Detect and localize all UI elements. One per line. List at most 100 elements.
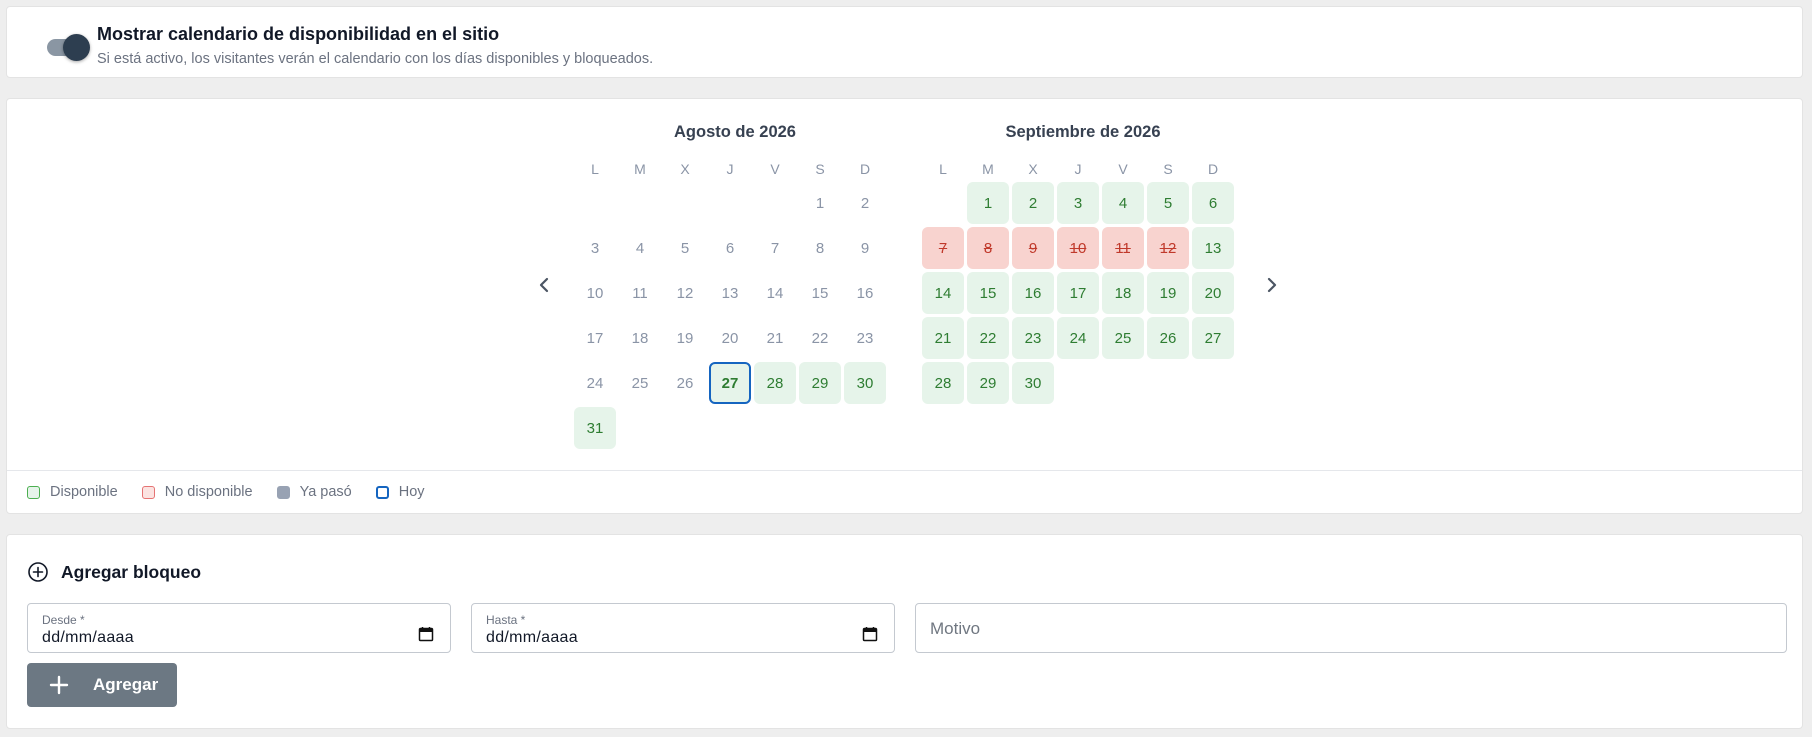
toggle-title: Mostrar calendario de disponibilidad en …	[97, 24, 500, 44]
day-cell-past: 12	[676, 284, 694, 302]
day-cell-available[interactable]: 4	[1102, 182, 1144, 224]
from-date-value: dd/mm/aaaa	[42, 629, 134, 646]
next-month-button[interactable]	[1258, 269, 1286, 301]
legend-divider	[7, 470, 1802, 471]
reason-placeholder: Motivo	[930, 619, 981, 638]
weekday-label: V	[1118, 161, 1128, 177]
day-cell-available[interactable]: 1	[967, 182, 1009, 224]
from-date-field[interactable]: Desde * dd/mm/aaaa	[27, 603, 451, 653]
calendar-icon[interactable]	[418, 626, 434, 642]
day-cell-available[interactable]: 29	[967, 362, 1009, 404]
day-cell-available[interactable]: 20	[1192, 272, 1234, 314]
day-cell-past: 23	[856, 329, 874, 347]
day-cell-past: 21	[766, 329, 784, 347]
day-cell-available[interactable]: 21	[922, 317, 964, 359]
legend-past: Ya pasó	[276, 484, 352, 500]
weekday-label: X	[680, 161, 690, 177]
day-cell-available[interactable]: 30	[844, 362, 886, 404]
day-grid: 1 2 3 4 5 6 7 8 9 10 11 12 13 14 15 16 17 18 19 20 21 22 23 24 2…	[574, 182, 886, 449]
day-cell-available[interactable]: 5	[1147, 182, 1189, 224]
plus-circle-icon	[28, 562, 48, 582]
weekday-label: L	[939, 161, 947, 177]
day-cell-available[interactable]: 25	[1102, 317, 1144, 359]
day-cell-available[interactable]: 22	[967, 317, 1009, 359]
add-block-header: Agregar bloqueo	[27, 561, 201, 583]
day-cell-past: 2	[860, 194, 870, 212]
add-block-card: Agregar bloqueo Desde * dd/mm/aaaa Hasta…	[6, 534, 1803, 729]
from-date-label: Desde *	[42, 613, 85, 627]
day-cell-available[interactable]: 24	[1057, 317, 1099, 359]
add-block-button[interactable]: Agregar	[27, 663, 177, 707]
day-cell-past: 20	[721, 329, 739, 347]
day-cell-available[interactable]: 31	[574, 407, 616, 449]
day-cell-available[interactable]: 30	[1012, 362, 1054, 404]
legend-swatch-today	[375, 485, 389, 499]
day-cell-empty	[664, 182, 706, 224]
day-cell-past: 25	[631, 374, 649, 392]
day-cell-today[interactable]: 27	[709, 362, 751, 404]
day-cell-unavailable[interactable]: 9	[1012, 227, 1054, 269]
weekday-header: L M X J V S D	[574, 159, 886, 179]
visibility-toggle-card: Mostrar calendario de disponibilidad en …	[6, 6, 1803, 78]
to-date-value: dd/mm/aaaa	[486, 629, 578, 646]
add-block-title: Agregar bloqueo	[61, 561, 202, 582]
day-cell-past: 19	[676, 329, 694, 347]
day-cell-past: 1	[815, 194, 825, 212]
month-title: Agosto de 2026	[674, 123, 796, 141]
visibility-toggle-switch[interactable]	[41, 31, 90, 65]
calendar-icon[interactable]	[862, 626, 878, 642]
day-cell-available[interactable]: 29	[799, 362, 841, 404]
toggle-thumb	[63, 34, 90, 61]
legend-swatch-past	[276, 485, 290, 499]
day-cell-empty	[619, 182, 661, 224]
day-cell-past: 14	[766, 284, 784, 302]
day-cell-past: 3	[590, 239, 600, 257]
day-cell-available[interactable]: 26	[1147, 317, 1189, 359]
day-cell-available[interactable]: 2	[1012, 182, 1054, 224]
day-cell-available[interactable]: 13	[1192, 227, 1234, 269]
day-cell-unavailable[interactable]: 11	[1102, 227, 1144, 269]
day-cell-unavailable[interactable]: 10	[1057, 227, 1099, 269]
weekday-label: J	[1074, 161, 1082, 177]
day-cell-past: 4	[635, 239, 645, 257]
day-cell-available[interactable]: 19	[1147, 272, 1189, 314]
day-cell-past: 22	[811, 329, 829, 347]
day-cell-available[interactable]: 28	[922, 362, 964, 404]
day-cell-past: 7	[770, 239, 780, 257]
legend-swatch-unavailable	[141, 485, 155, 499]
day-cell-past: 17	[586, 329, 604, 347]
weekday-label: D	[859, 161, 871, 177]
day-cell-available[interactable]: 14	[922, 272, 964, 314]
day-cell-available[interactable]: 28	[754, 362, 796, 404]
day-cell-unavailable[interactable]: 12	[1147, 227, 1189, 269]
day-cell-available[interactable]: 23	[1012, 317, 1054, 359]
weekday-label: S	[1163, 161, 1173, 177]
day-cell-available[interactable]: 27	[1192, 317, 1234, 359]
plus-icon	[49, 675, 69, 695]
prev-month-button[interactable]	[530, 269, 558, 301]
day-cell-available[interactable]: 17	[1057, 272, 1099, 314]
day-cell-available[interactable]: 6	[1192, 182, 1234, 224]
legend-swatch-available	[27, 485, 40, 499]
day-cell-past: 26	[676, 374, 694, 392]
weekday-label: V	[770, 161, 780, 177]
day-cell-past: 13	[721, 284, 739, 302]
to-date-field[interactable]: Hasta * dd/mm/aaaa	[471, 603, 895, 653]
day-cell-past: 6	[725, 239, 735, 257]
reason-input[interactable]: Motivo	[915, 603, 1787, 653]
day-cell-unavailable[interactable]: 8	[967, 227, 1009, 269]
day-grid: 1 2 3 4 5 6 7 8 9 10 11 12 13 14 15 16 17 18 19 20 21 22 23 24 2…	[922, 182, 1234, 404]
day-cell-available[interactable]: 16	[1012, 272, 1054, 314]
day-cell-past: 5	[680, 239, 690, 257]
day-cell-available[interactable]: 3	[1057, 182, 1099, 224]
calendar-legend: Disponible No disponible Ya pasó Hoy	[27, 484, 449, 500]
day-cell-available[interactable]: 18	[1102, 272, 1144, 314]
weekday-label: D	[1207, 161, 1219, 177]
chevron-left-icon	[539, 277, 549, 293]
day-cell-unavailable[interactable]: 7	[922, 227, 964, 269]
toggle-description: Si está activo, los visitantes verán el …	[97, 51, 654, 67]
day-cell-available[interactable]: 15	[967, 272, 1009, 314]
day-cell-empty	[574, 182, 616, 224]
weekday-label: M	[982, 161, 994, 177]
add-block-button-label: Agregar	[93, 675, 159, 694]
